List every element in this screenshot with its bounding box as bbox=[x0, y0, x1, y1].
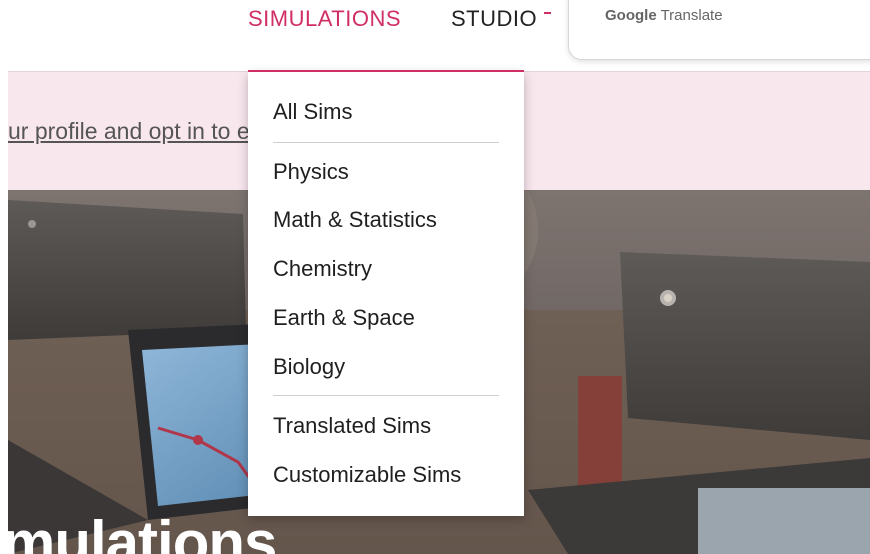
nav-studio[interactable]: STUDIO bbox=[451, 4, 537, 34]
simulations-dropdown: All Sims Physics Math & Statistics Chemi… bbox=[248, 72, 524, 516]
nav-simulations[interactable]: SIMULATIONS bbox=[248, 4, 401, 34]
new-indicator bbox=[544, 12, 551, 14]
menu-item-math-statistics[interactable]: Math & Statistics bbox=[273, 206, 437, 234]
menu-item-biology[interactable]: Biology bbox=[273, 353, 345, 381]
menu-item-earth-space[interactable]: Earth & Space bbox=[273, 304, 415, 332]
menu-separator bbox=[273, 142, 499, 143]
hero-title: mulations bbox=[8, 509, 277, 554]
page: SIMULATIONS STUDIO Google Translate ur p… bbox=[0, 0, 870, 554]
top-nav: SIMULATIONS STUDIO Google Translate bbox=[0, 0, 870, 70]
menu-item-chemistry[interactable]: Chemistry bbox=[273, 255, 372, 283]
menu-item-customizable-sims[interactable]: Customizable Sims bbox=[273, 461, 461, 489]
menu-item-all-sims[interactable]: All Sims bbox=[273, 98, 352, 126]
menu-separator bbox=[273, 395, 499, 396]
menu-item-physics[interactable]: Physics bbox=[273, 158, 349, 186]
google-translate-widget[interactable]: Google Translate bbox=[568, 0, 870, 60]
google-translate-label: Google Translate bbox=[605, 7, 723, 24]
active-nav-underline bbox=[248, 70, 524, 72]
menu-item-translated-sims[interactable]: Translated Sims bbox=[273, 412, 431, 440]
translate-word: Translate bbox=[660, 7, 723, 24]
google-wordmark: Google bbox=[605, 7, 657, 24]
